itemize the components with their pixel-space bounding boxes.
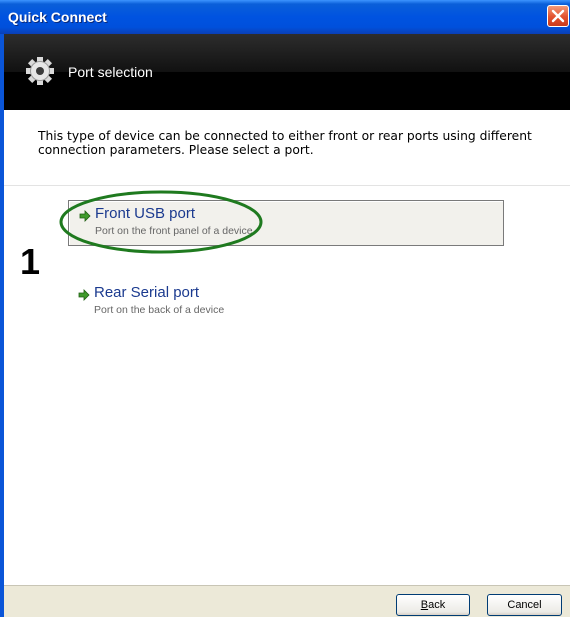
option-subtitle: Port on the back of a device [94,304,225,316]
option-subtitle: Port on the front panel of a device [95,225,253,237]
close-icon [551,9,565,23]
page-title: Port selection [68,64,153,80]
footer-bar: Back Cancel [4,585,570,617]
divider [4,185,570,186]
page-header: Port selection [4,34,570,110]
window-title: Quick Connect [8,9,107,25]
option-title: Front USB port [95,205,196,222]
close-button[interactable] [547,5,569,27]
green-arrow-icon [79,210,91,222]
title-bar[interactable]: Quick Connect [0,0,570,34]
content-panel: This type of device can be connected to … [4,110,570,585]
instruction-text: This type of device can be connected to … [38,129,532,157]
option-rear-serial-port[interactable]: Rear Serial port Port on the back of a d… [68,280,504,326]
quick-connect-window: Quick Connect Port selection This type o… [0,0,570,617]
step-number-annotation: 1 [20,241,41,282]
back-button-label: ack [428,599,446,611]
green-arrow-icon [78,289,90,301]
back-button-mnemonic: B [420,599,429,611]
cancel-button[interactable]: Cancel [487,594,562,616]
option-title: Rear Serial port [94,284,200,301]
option-front-usb-port[interactable]: Front USB port Port on the front panel o… [68,200,504,246]
gear-icon [26,57,54,85]
back-button[interactable]: Back [396,594,470,616]
